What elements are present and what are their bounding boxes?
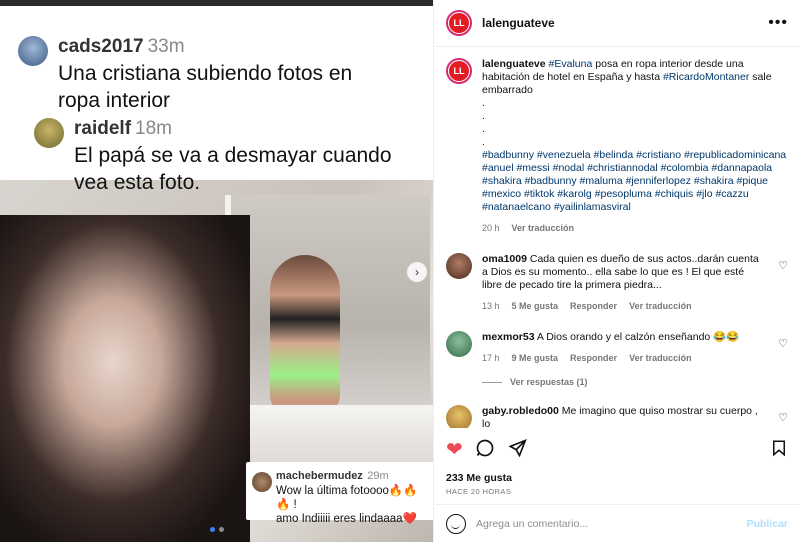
emoji-icon[interactable] [446, 513, 466, 534]
caption-text: lalenguateve #Evaluna posa en ropa inter… [482, 58, 788, 235]
overlay-comment-text: Una cristiana subiendo fotos en [58, 62, 353, 85]
avatar [18, 36, 48, 66]
mini-comment-text: Wow la última fotoooo🔥🔥🔥 ! [276, 485, 418, 511]
ellipsis-icon[interactable]: ••• [768, 14, 788, 32]
author-username[interactable]: lalenguateve [482, 16, 768, 30]
media-top-strip [0, 0, 433, 6]
post-panel: LL lalenguateve ••• LL lalenguateve #Eva… [433, 0, 800, 542]
hashtags[interactable]: #badbunny #venezuela #belinda #cristiano… [482, 149, 788, 214]
comment-user[interactable]: oma1009 [482, 253, 527, 265]
carousel-dot [219, 527, 224, 532]
post-header: LL lalenguateve ••• [434, 0, 800, 47]
likes-count[interactable]: 233 Me gusta [446, 472, 512, 484]
overlay-comment-time: 33m [147, 36, 185, 57]
comment-item: gaby.robledo00 Me imagino que quiso most… [446, 405, 788, 428]
comment-text: A Dios orando y el calzón enseñando 😂😂 [536, 331, 740, 343]
view-replies-label[interactable]: Ver respuestas (1) [510, 377, 588, 387]
translate-link[interactable]: Ver traducción [512, 222, 575, 235]
mini-comment-text: amo Indiiiii eres lindaaaa❤️ [276, 513, 417, 525]
portrait-photo [0, 215, 250, 542]
comment-likes[interactable]: 5 Me gusta [512, 300, 559, 313]
overlay-comment-user: cads2017 [58, 36, 144, 57]
hashtag-link[interactable]: #RicardoMontaner [663, 71, 749, 83]
overlay-mini-comment: machebermudez 29m Wow la última fotoooo🔥… [246, 462, 433, 525]
comment-meta: 13 h 5 Me gusta Responder Ver traducción [482, 300, 762, 313]
comment-time: 13 h [482, 301, 500, 311]
overlay-comment-time: 18m [135, 118, 172, 139]
caption-dot: . [482, 110, 485, 122]
bed [250, 405, 433, 465]
comments-scroll[interactable]: LL lalenguateve #Evaluna posa en ropa in… [434, 48, 800, 428]
comment-time: 17 h [482, 353, 500, 363]
carousel-dot [210, 527, 215, 532]
publish-button[interactable]: Publicar [747, 518, 788, 530]
bookmark-icon[interactable] [770, 438, 788, 462]
avatar [34, 118, 64, 148]
reply-button[interactable]: Responder [570, 300, 617, 313]
comment-user[interactable]: gaby.robledo00 [482, 405, 559, 417]
reply-button[interactable]: Responder [570, 352, 617, 365]
comment-likes[interactable]: 9 Me gusta [512, 352, 559, 365]
avatar-text: LL [449, 61, 469, 81]
hashtag-link[interactable]: #Evaluna [549, 58, 593, 70]
caption-time: 20 h [482, 223, 500, 233]
overlay-comment-text: vea esta foto. [74, 171, 201, 194]
chevron-right-icon[interactable]: › [407, 262, 427, 282]
overlay-comment: cads2017 33m Una cristiana subiendo fotos… [18, 36, 352, 114]
avatar[interactable] [446, 405, 472, 428]
caption-dot: . [482, 136, 485, 148]
caption-meta: 20 h Ver traducción [482, 222, 788, 235]
caption-dot: . [482, 123, 485, 135]
heart-filled-icon[interactable]: ❤ [446, 440, 463, 460]
post-view: cads2017 33m Una cristiana subiendo fotos… [0, 0, 800, 542]
comment-input[interactable] [476, 517, 737, 530]
author-avatar[interactable]: LL [446, 10, 472, 36]
overlay-comment-user: raidelf [74, 118, 132, 139]
overlay-comment-text: ropa interior [58, 89, 171, 112]
post-media[interactable]: cads2017 33m Una cristiana subiendo fotos… [0, 0, 433, 542]
comment-meta: 17 h 9 Me gusta Responder Ver traducción [482, 352, 762, 365]
view-replies[interactable]: Ver respuestas (1) [482, 377, 788, 387]
mini-comment-time: 29m [367, 470, 389, 482]
comment-composer: Publicar [434, 504, 800, 542]
translate-link[interactable]: Ver traducción [629, 300, 692, 313]
mirror-figure [270, 255, 340, 415]
comment-user[interactable]: mexmor53 [482, 331, 535, 343]
caption-dot: . [482, 97, 485, 109]
comment-icon[interactable] [475, 438, 495, 462]
author-avatar[interactable]: LL [446, 58, 472, 84]
heart-outline-icon[interactable]: ♡ [778, 411, 788, 424]
overlay-comment: raidelf 18m El papá se va a desmayar cuan… [34, 118, 392, 196]
heart-outline-icon[interactable]: ♡ [778, 259, 788, 272]
post-time: HACE 20 HORAS [446, 487, 512, 496]
comment-item: mexmor53 A Dios orando y el calzón enseñ… [446, 331, 788, 365]
comment-item: oma1009 Cada quien es dueño de sus actos… [446, 253, 788, 313]
caption-username[interactable]: lalenguateve [482, 58, 546, 70]
avatar[interactable] [446, 253, 472, 279]
carousel-dots [210, 527, 224, 532]
overlay-comment-text: El papá se va a desmayar cuando [74, 144, 392, 167]
share-icon[interactable] [507, 438, 527, 462]
mini-comment-user: machebermudez [276, 470, 363, 482]
translate-link[interactable]: Ver traducción [629, 352, 692, 365]
avatar [252, 472, 272, 492]
heart-outline-icon[interactable]: ♡ [778, 337, 788, 350]
post-caption: LL lalenguateve #Evaluna posa en ropa in… [446, 58, 788, 235]
post-actions: ❤ [434, 431, 800, 469]
avatar[interactable] [446, 331, 472, 357]
avatar-text: LL [449, 13, 469, 33]
replies-line [482, 381, 502, 383]
